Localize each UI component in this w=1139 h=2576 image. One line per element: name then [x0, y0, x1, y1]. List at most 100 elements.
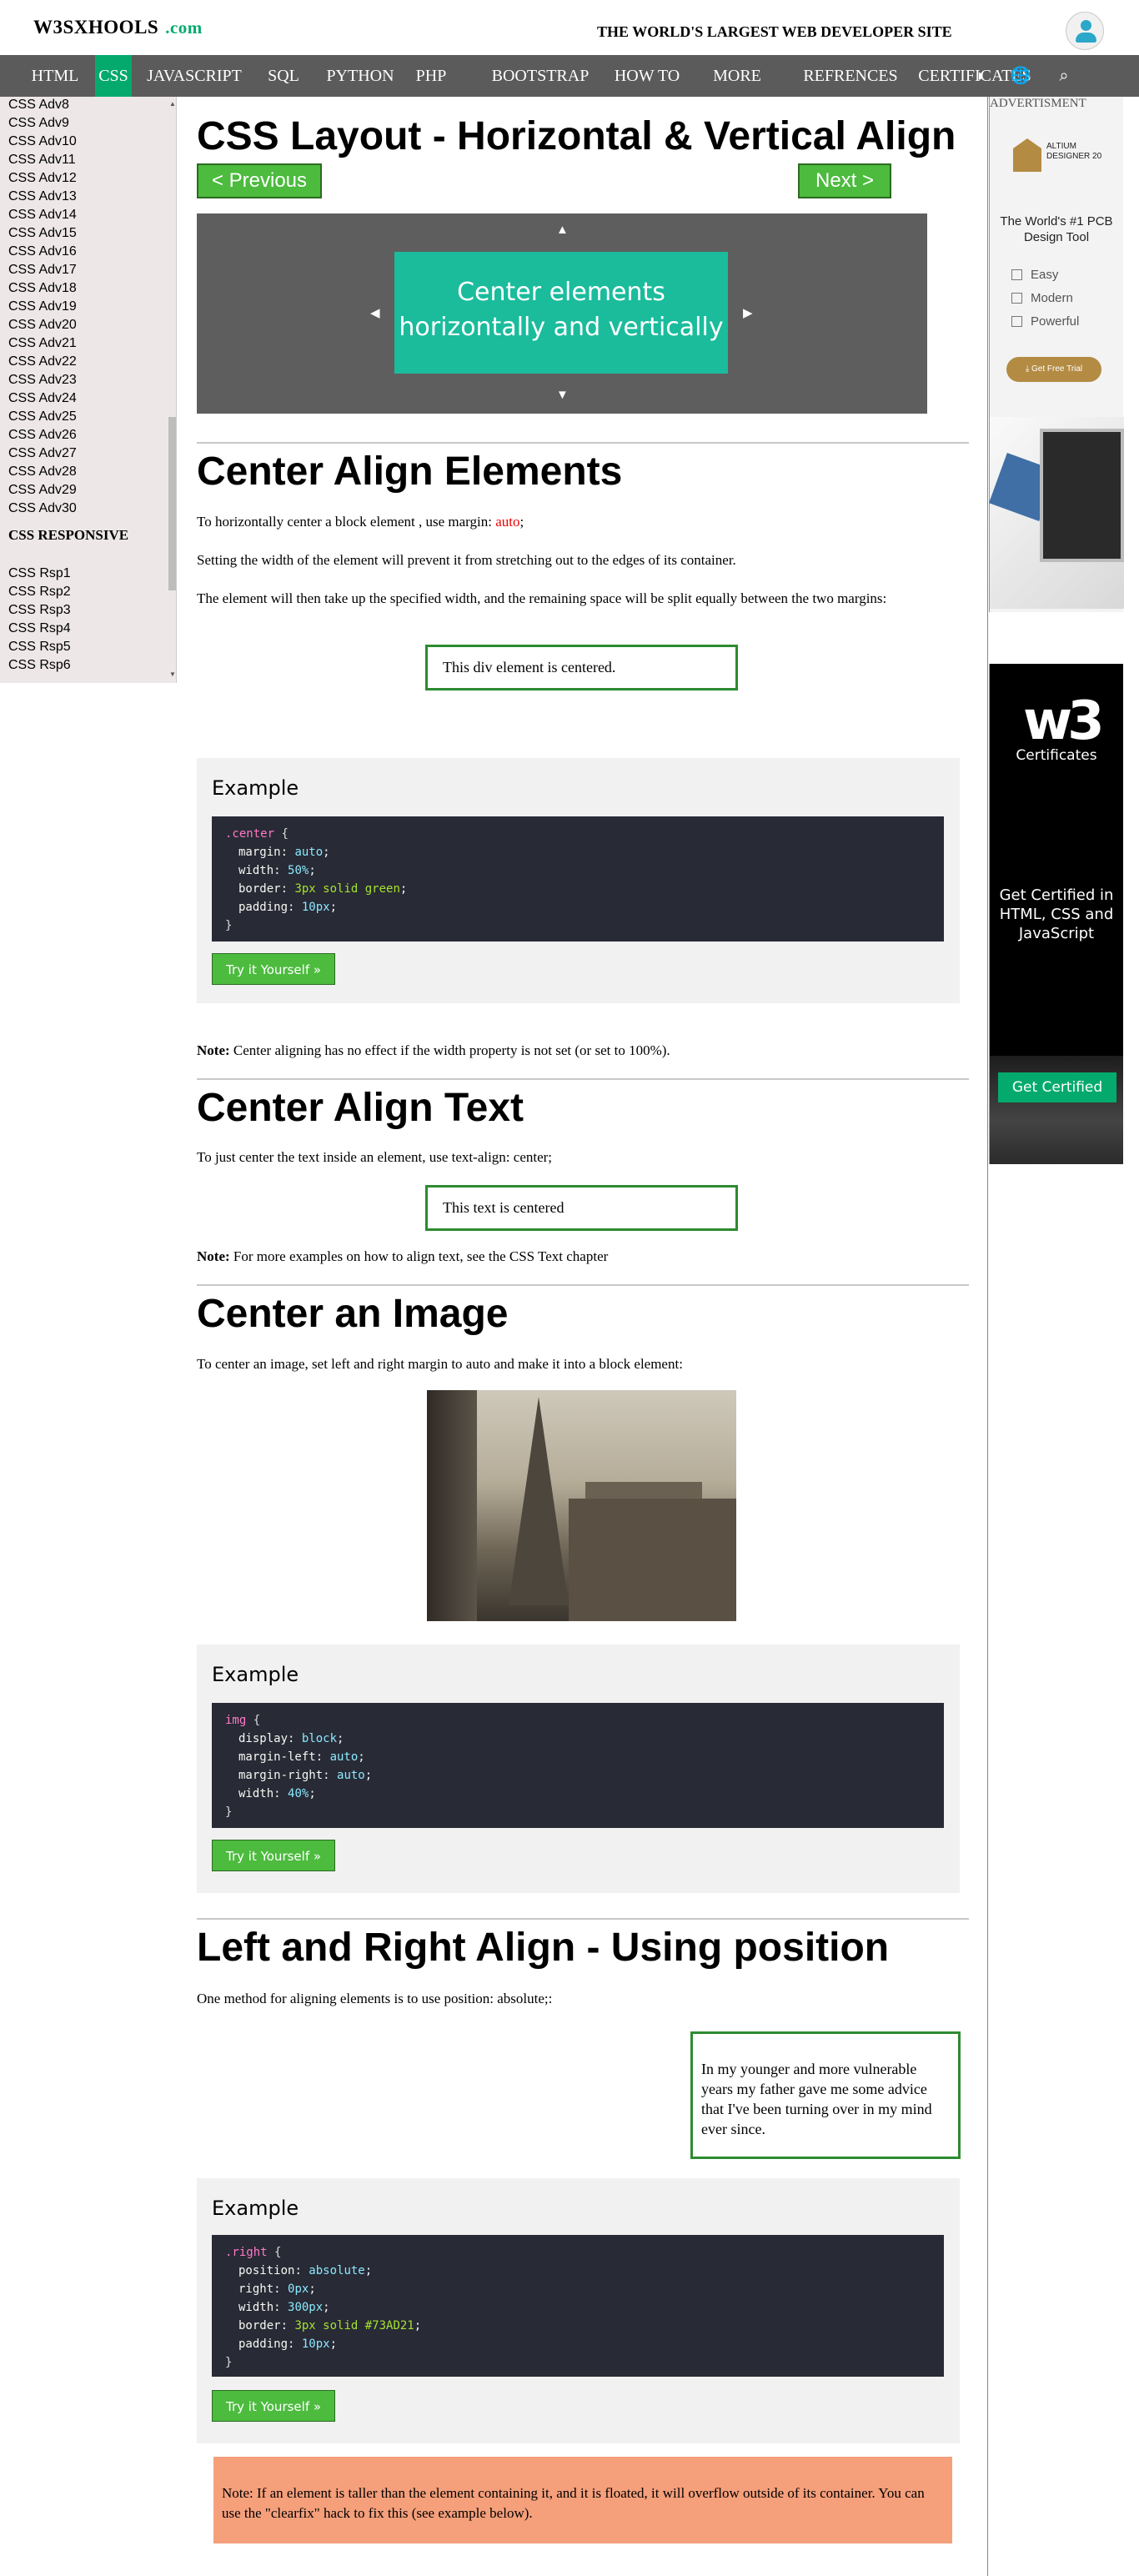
- sidebar-item[interactable]: CSS Rsp5: [8, 639, 71, 655]
- code-line: margin-right: auto;: [238, 1769, 373, 1782]
- ad-headline: The World's #1 PCB Design Tool: [1000, 214, 1113, 244]
- sidebar-item[interactable]: CSS Adv22: [8, 354, 77, 370]
- heading-left-right-align: Left and Right Align - Using position: [197, 1926, 890, 1970]
- nav-item-how-to[interactable]: HOW TO: [612, 55, 682, 97]
- site-header: W3SXHOOLS .com THE WORLD'S LARGEST WEB DE…: [0, 0, 1139, 55]
- sidebar-item[interactable]: CSS Adv10: [8, 133, 77, 150]
- code-block[interactable]: img {display: block; margin-left: auto; ma…: [212, 1703, 944, 1828]
- globe-icon[interactable]: 🌐: [1004, 55, 1037, 97]
- sidebar-item[interactable]: CSS Adv9: [8, 115, 69, 132]
- sidebar-item[interactable]: CSS Adv14: [8, 207, 77, 223]
- sidebar-item[interactable]: CSS Rsp3: [8, 602, 71, 619]
- sidebar-scroll-thumb[interactable]: [168, 417, 176, 590]
- code-line: width: 300px;: [238, 2301, 330, 2314]
- nav-item-sql[interactable]: SQL: [258, 55, 309, 97]
- center-demo-box: Center elements horizontally and vertica…: [394, 252, 728, 374]
- note: Note: Center aligning has no effect if t…: [197, 1042, 670, 1058]
- ad-text: Get Certified in HTML, CSS and JavaScrip…: [999, 886, 1114, 942]
- sidebar-item[interactable]: CSS Adv27: [8, 445, 77, 462]
- sidebar-item[interactable]: CSS Adv15: [8, 225, 77, 242]
- section-divider: [197, 1284, 969, 1286]
- checkbox-icon: [1011, 316, 1022, 327]
- code-line: padding: 10px;: [238, 901, 338, 914]
- nav-item-python[interactable]: PYTHON: [324, 55, 397, 97]
- sidebar-item[interactable]: CSS Adv8: [8, 97, 69, 113]
- paragraph: To horizontally center a block element ,…: [197, 514, 524, 530]
- w3-logo-icon: w3: [1023, 690, 1105, 752]
- nav-item-bootstrap[interactable]: BOOTSTRAP: [489, 55, 592, 97]
- code-block[interactable]: .right {position: absolute; right: 0px; wi…: [212, 2235, 944, 2377]
- code-line: position: absolute;: [238, 2264, 373, 2277]
- sidebar-item[interactable]: CSS Adv30: [8, 500, 77, 517]
- get-free-trial-button[interactable]: ⤓ Get Free Trial: [1006, 357, 1101, 382]
- sidebar-item[interactable]: CSS Adv26: [8, 427, 77, 444]
- sidebar-item[interactable]: CSS Adv11: [8, 152, 76, 168]
- previous-button[interactable]: < Previous: [197, 163, 322, 198]
- example-box: Example .right {position: absolute; right…: [197, 2178, 960, 2443]
- code-line: right: 0px;: [238, 2282, 316, 2296]
- checkbox-icon: [1011, 269, 1022, 280]
- ad-subtitle: Certificates: [1016, 747, 1097, 764]
- nav-item-more[interactable]: MORE: [710, 55, 764, 97]
- page-title: CSS Layout - Horizontal & Vertical Align: [197, 114, 956, 158]
- sidebar-item[interactable]: CSS Adv29: [8, 482, 77, 499]
- get-certified-button[interactable]: Get Certified: [998, 1072, 1116, 1102]
- ad-label: ADVERTISMENT: [990, 97, 1086, 110]
- right-aligned-demo: In my younger and more vulnerable years …: [690, 2031, 961, 2159]
- altium-ad[interactable]: ADVERTISMENT ALTIUM DESIGNER 20 The World…: [988, 97, 1124, 612]
- code-block[interactable]: .center {margin: auto; width: 50%; border:…: [212, 816, 944, 942]
- nav-item-javascript[interactable]: JAVASCRIPT: [145, 55, 243, 97]
- sidebar-item[interactable]: CSS Adv20: [8, 317, 77, 334]
- sidebar-item[interactable]: CSS Adv23: [8, 372, 77, 389]
- sidebar-item[interactable]: CSS Adv17: [8, 262, 77, 279]
- nav-item-php[interactable]: PHP: [409, 55, 454, 97]
- feature-easy: Easy: [1011, 268, 1058, 282]
- centered-div-demo: This div element is centered.: [425, 645, 738, 690]
- top-nav: HTML CSS JAVASCRIPT SQL PYTHON PHP BOOTSTRAP HO…: [0, 55, 1139, 97]
- paragraph: One method for aligning elements is to u…: [197, 1991, 553, 2006]
- sidebar-item[interactable]: CSS Adv16: [8, 244, 77, 260]
- sidebar-item[interactable]: CSS Rsp1: [8, 565, 71, 582]
- example-box: Example .center {margin: auto; width: 50%…: [197, 758, 960, 1003]
- user-avatar-icon[interactable]: [1066, 12, 1104, 50]
- scroll-up-arrow-icon[interactable]: ▲: [169, 100, 176, 108]
- code-line: margin: auto;: [238, 846, 330, 859]
- sidebar-item[interactable]: CSS Adv13: [8, 188, 77, 205]
- arrow-up-icon: ▲: [556, 223, 569, 237]
- sidebar-scrollbar[interactable]: [168, 100, 176, 678]
- search-icon[interactable]: ⌕: [1047, 55, 1081, 97]
- contrast-icon[interactable]: ◑: [962, 55, 996, 97]
- code-line: padding: 10px;: [238, 2337, 338, 2351]
- site-logo[interactable]: W3SXHOOLS .com: [33, 17, 203, 38]
- sidebar-item[interactable]: CSS Rsp6: [8, 657, 71, 674]
- sidebar-item[interactable]: CSS Adv18: [8, 280, 77, 297]
- nav-item-html[interactable]: HTML: [30, 55, 80, 97]
- w3-certificates-ad[interactable]: w3 Certificates Get Certified in HTML, C…: [989, 664, 1123, 1164]
- try-it-yourself-button[interactable]: Try it Yourself »: [212, 953, 336, 985]
- next-button[interactable]: Next >: [798, 163, 891, 198]
- code-selector: .right: [225, 2246, 268, 2259]
- altium-brand: ALTIUM DESIGNER 20: [1046, 142, 1102, 161]
- scroll-down-arrow-icon[interactable]: ▼: [169, 670, 176, 678]
- nav-item-refrences[interactable]: REFRENCES: [799, 55, 902, 97]
- sidebar-item[interactable]: CSS Adv25: [8, 409, 77, 425]
- product-screenshot: [988, 417, 1124, 609]
- nav-item-css[interactable]: CSS: [95, 55, 132, 97]
- sidebar-item[interactable]: CSS Adv12: [8, 170, 77, 187]
- sidebar-item[interactable]: CSS Adv28: [8, 464, 77, 480]
- sidebar-item[interactable]: CSS Rsp4: [8, 620, 71, 637]
- sidebar-item[interactable]: CSS Rsp2: [8, 584, 71, 600]
- sidebar-item[interactable]: CSS Adv19: [8, 299, 77, 315]
- sidebar-item[interactable]: CSS Adv24: [8, 390, 77, 407]
- sidebar: ▲ ▼ CSS Adv8 CSS Adv9 CSS Adv10 CSS Adv11 CS…: [0, 97, 177, 683]
- sidebar-item[interactable]: CSS Adv21: [8, 335, 77, 352]
- example-title: Example: [212, 776, 299, 800]
- code-line: width: 40%;: [238, 1787, 316, 1800]
- feature-powerful: Powerful: [1011, 314, 1079, 329]
- try-it-yourself-button[interactable]: Try it Yourself »: [212, 2390, 336, 2422]
- note: Note: For more examples on how to align …: [197, 1248, 609, 1264]
- code-line: margin-left: auto;: [238, 1750, 365, 1764]
- code-line: border: 3px solid #73AD21;: [238, 2319, 422, 2332]
- try-it-yourself-button[interactable]: Try it Yourself »: [212, 1840, 336, 1871]
- code-selector: img: [225, 1714, 247, 1727]
